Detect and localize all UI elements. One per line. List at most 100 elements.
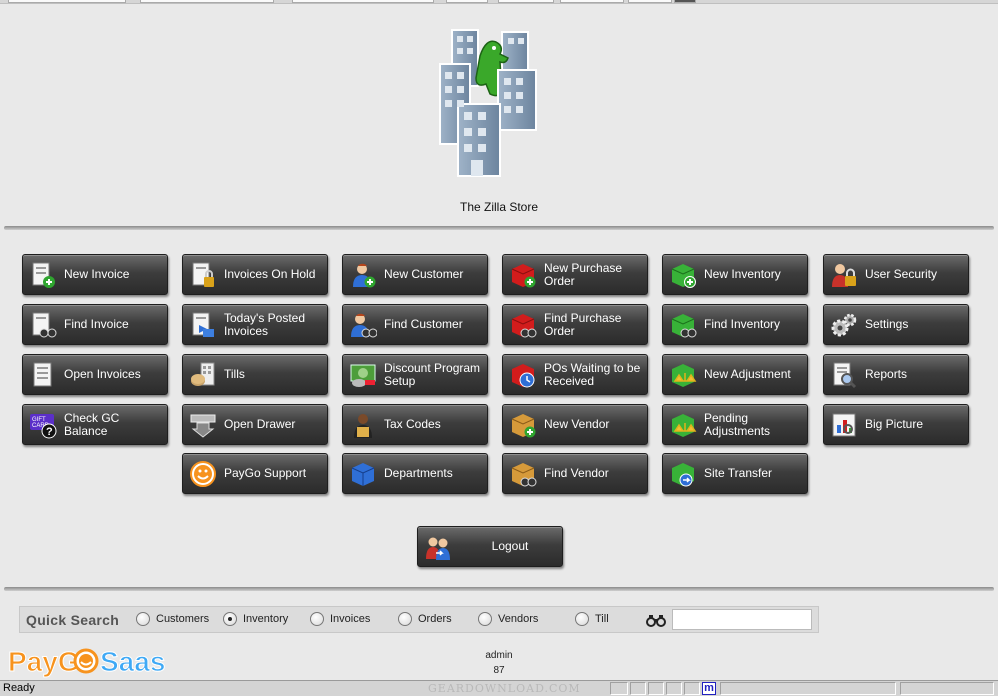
find-customer-icon bbox=[351, 313, 377, 338]
radio-vendors[interactable]: Vendors bbox=[478, 612, 538, 626]
divider-bottom bbox=[4, 587, 994, 591]
gear-icon bbox=[831, 313, 857, 337]
store-logo bbox=[439, 29, 537, 177]
new-vendor-icon bbox=[511, 414, 536, 438]
settings-button[interactable]: Settings bbox=[823, 304, 969, 345]
logout-button[interactable]: Logout bbox=[417, 526, 563, 567]
discount-program-setup-label: Discount Program Setup bbox=[384, 360, 481, 388]
radio-inventory[interactable]: Inventory bbox=[223, 612, 288, 626]
quick-search-title: Quick Search bbox=[26, 612, 120, 628]
radio-customers[interactable]: Customers bbox=[136, 612, 209, 626]
site-transfer-button[interactable]: Site Transfer bbox=[662, 453, 808, 494]
find-invoice-label: Find Invoice bbox=[64, 317, 129, 331]
status-progress bbox=[900, 682, 994, 695]
find-customer-label: Find Customer bbox=[384, 317, 463, 331]
new-invoice-label: New Invoice bbox=[64, 267, 130, 281]
new-purchase-order-button[interactable]: New Purchase Order bbox=[502, 254, 648, 295]
svg-text:?: ? bbox=[46, 426, 53, 438]
new-invoice-icon bbox=[32, 262, 55, 288]
pos-waiting-clock-icon bbox=[512, 364, 535, 388]
status-badge: m bbox=[702, 682, 716, 695]
radio-till-dot[interactable] bbox=[575, 612, 589, 626]
radio-invoices-dot[interactable] bbox=[310, 612, 324, 626]
posted-invoice-icon bbox=[192, 312, 214, 337]
tills-button[interactable]: Tills bbox=[182, 354, 328, 395]
radio-orders[interactable]: Orders bbox=[398, 612, 452, 626]
quick-search-panel: Quick Search Customers Inventory Invoice… bbox=[19, 606, 819, 633]
check-gc-balance-button[interactable]: GIFT CARD? Check GC Balance bbox=[22, 404, 168, 445]
top-toolbar-strip bbox=[0, 0, 998, 4]
status-bar: Ready GEARDOWNLOAD.COM m bbox=[0, 680, 998, 696]
open-drawer-button[interactable]: Open Drawer bbox=[182, 404, 328, 445]
store-name: The Zilla Store bbox=[459, 200, 539, 214]
find-purchase-order-label: Find Purchase Order bbox=[544, 310, 622, 338]
todays-posted-invoices-button[interactable]: Today's Posted Invoices bbox=[182, 304, 328, 345]
radio-invoices-label: Invoices bbox=[330, 613, 371, 625]
departments-label: Departments bbox=[384, 466, 453, 480]
new-inventory-button[interactable]: New Inventory bbox=[662, 254, 808, 295]
find-vendor-icon bbox=[511, 463, 537, 487]
radio-vendors-label: Vendors bbox=[498, 613, 539, 625]
find-inventory-label: Find Inventory bbox=[704, 317, 781, 331]
radio-orders-label: Orders bbox=[418, 613, 452, 625]
divider-top bbox=[4, 226, 994, 230]
find-vendor-button[interactable]: Find Vendor bbox=[502, 453, 648, 494]
find-invoice-button[interactable]: Find Invoice bbox=[22, 304, 168, 345]
discount-program-setup-button[interactable]: Discount Program Setup bbox=[342, 354, 488, 395]
reports-button[interactable]: Reports bbox=[823, 354, 969, 395]
departments-button[interactable]: Departments bbox=[342, 453, 488, 494]
gift-card-icon: GIFTCARD? bbox=[30, 414, 57, 439]
paygo-support-button[interactable]: PayGo Support bbox=[182, 453, 328, 494]
new-customer-label: New Customer bbox=[384, 267, 464, 281]
radio-invoices[interactable]: Invoices bbox=[310, 612, 370, 626]
new-invoice-button[interactable]: New Invoice bbox=[22, 254, 168, 295]
radio-inventory-dot[interactable] bbox=[223, 612, 237, 626]
new-adjustment-label: New Adjustment bbox=[704, 367, 791, 381]
user-id-number: 87 bbox=[493, 665, 505, 676]
radio-till[interactable]: Till bbox=[575, 612, 609, 626]
find-purchase-order-icon bbox=[511, 314, 537, 338]
find-purchase-order-button[interactable]: Find Purchase Order bbox=[502, 304, 648, 345]
new-customer-icon bbox=[353, 263, 376, 288]
status-cell bbox=[666, 682, 682, 695]
open-invoices-label: Open Invoices bbox=[64, 367, 141, 381]
site-transfer-icon bbox=[672, 463, 694, 487]
new-customer-button[interactable]: New Customer bbox=[342, 254, 488, 295]
pos-waiting-button[interactable]: POs Waiting to be Received bbox=[502, 354, 648, 395]
till-icon bbox=[191, 362, 215, 386]
tax-official-icon bbox=[354, 414, 372, 438]
chart-icon bbox=[832, 413, 856, 437]
radio-vendors-dot[interactable] bbox=[478, 612, 492, 626]
radio-inventory-label: Inventory bbox=[243, 613, 289, 625]
new-adjustment-button[interactable]: New Adjustment bbox=[662, 354, 808, 395]
tax-codes-button[interactable]: Tax Codes bbox=[342, 404, 488, 445]
big-picture-button[interactable]: Big Picture bbox=[823, 404, 969, 445]
open-invoices-button[interactable]: Open Invoices bbox=[22, 354, 168, 395]
reports-label: Reports bbox=[865, 367, 908, 381]
new-vendor-button[interactable]: New Vendor bbox=[502, 404, 648, 445]
smiley-icon bbox=[190, 461, 216, 487]
quick-search-input[interactable] bbox=[672, 609, 812, 630]
find-invoice-icon bbox=[32, 312, 57, 338]
radio-customers-dot[interactable] bbox=[136, 612, 150, 626]
new-inventory-label: New Inventory bbox=[704, 267, 781, 281]
find-inventory-button[interactable]: Find Inventory bbox=[662, 304, 808, 345]
find-vendor-label: Find Vendor bbox=[544, 466, 609, 480]
pending-adjustments-button[interactable]: Pending Adjustments bbox=[662, 404, 808, 445]
open-invoices-icon bbox=[33, 362, 52, 387]
user-security-button[interactable]: User Security bbox=[823, 254, 969, 295]
radio-orders-dot[interactable] bbox=[398, 612, 412, 626]
binoculars-search-icon[interactable] bbox=[646, 612, 666, 628]
check-gc-balance-label: Check GC Balance bbox=[64, 410, 120, 438]
find-customer-button[interactable]: Find Customer bbox=[342, 304, 488, 345]
open-drawer-icon bbox=[190, 414, 216, 438]
current-user: admin bbox=[485, 650, 513, 661]
watermark-text: GEARDOWNLOAD.COM bbox=[428, 682, 581, 695]
new-purchase-order-label: New Purchase Order bbox=[544, 260, 623, 288]
radio-customers-label: Customers bbox=[156, 613, 210, 625]
departments-box-icon bbox=[351, 463, 375, 486]
invoices-on-hold-button[interactable]: Invoices On Hold bbox=[182, 254, 328, 295]
new-vendor-label: New Vendor bbox=[544, 417, 610, 431]
todays-posted-invoices-label: Today's Posted Invoices bbox=[224, 310, 306, 338]
new-purchase-order-icon bbox=[511, 264, 536, 288]
